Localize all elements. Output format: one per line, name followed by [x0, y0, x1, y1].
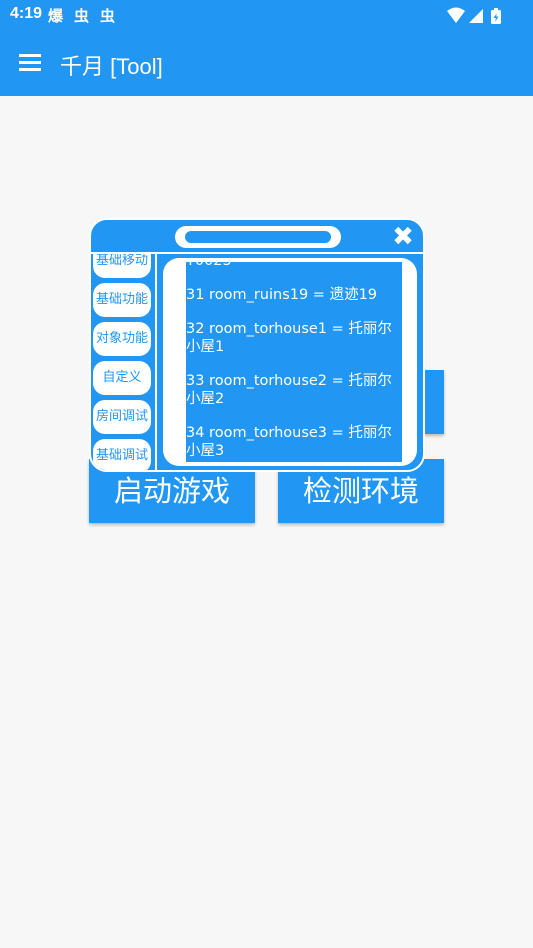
- floating-tool-window: ✖ 基础移动 基础功能 对象功能 自定义 房间调试 基础调试 T0025 31 …: [89, 218, 425, 472]
- side-item-custom[interactable]: 自定义: [93, 361, 151, 395]
- side-divider: [155, 254, 157, 470]
- room-list-text: T0025 31 room_ruins19 = 遗迹19 32 room_tor…: [186, 262, 400, 462]
- content-panel: T0025 31 room_ruins19 = 遗迹19 32 room_tor…: [163, 258, 417, 466]
- drag-handle[interactable]: [175, 226, 341, 248]
- status-icons: [447, 7, 501, 24]
- room-list[interactable]: T0025 31 room_ruins19 = 遗迹19 32 room_tor…: [186, 262, 402, 462]
- notification-icon-bao: 爆: [48, 7, 64, 25]
- battery-icon: [491, 8, 501, 24]
- hamburger-menu-icon[interactable]: [19, 54, 41, 72]
- side-menu: 基础移动 基础功能 对象功能 自定义 房间调试 基础调试: [91, 254, 155, 470]
- app-bar: 千月 [Tool]: [0, 32, 533, 96]
- wifi-icon: [447, 7, 465, 23]
- notification-icon-bug: 虫: [100, 7, 116, 25]
- side-item-basic-debug[interactable]: 基础调试: [93, 439, 151, 470]
- app-title: 千月 [Tool]: [60, 54, 163, 79]
- list-item[interactable]: 34 room_torhouse3 = 托丽尔小屋3: [186, 424, 400, 460]
- notification-icon-bug: 虫: [74, 7, 90, 25]
- signal-icon: [469, 9, 483, 23]
- hidden-button[interactable]: [424, 370, 444, 434]
- list-item[interactable]: T0025: [186, 262, 400, 270]
- list-item[interactable]: 32 room_torhouse1 = 托丽尔小屋1: [186, 320, 400, 356]
- side-item-basic-functions[interactable]: 基础功能: [93, 283, 151, 317]
- list-item[interactable]: 31 room_ruins19 = 遗迹19: [186, 286, 400, 304]
- side-item-room-debug[interactable]: 房间调试: [93, 400, 151, 434]
- side-item-basic-movement[interactable]: 基础移动: [93, 254, 151, 278]
- drag-handle-bar: [185, 231, 331, 243]
- status-bar: 4:19 爆 虫 虫: [0, 0, 533, 32]
- side-item-object-functions[interactable]: 对象功能: [93, 322, 151, 356]
- list-item[interactable]: 33 room_torhouse2 = 托丽尔小屋2: [186, 372, 400, 408]
- status-time: 4:19: [10, 5, 43, 22]
- close-icon[interactable]: ✖: [391, 224, 415, 250]
